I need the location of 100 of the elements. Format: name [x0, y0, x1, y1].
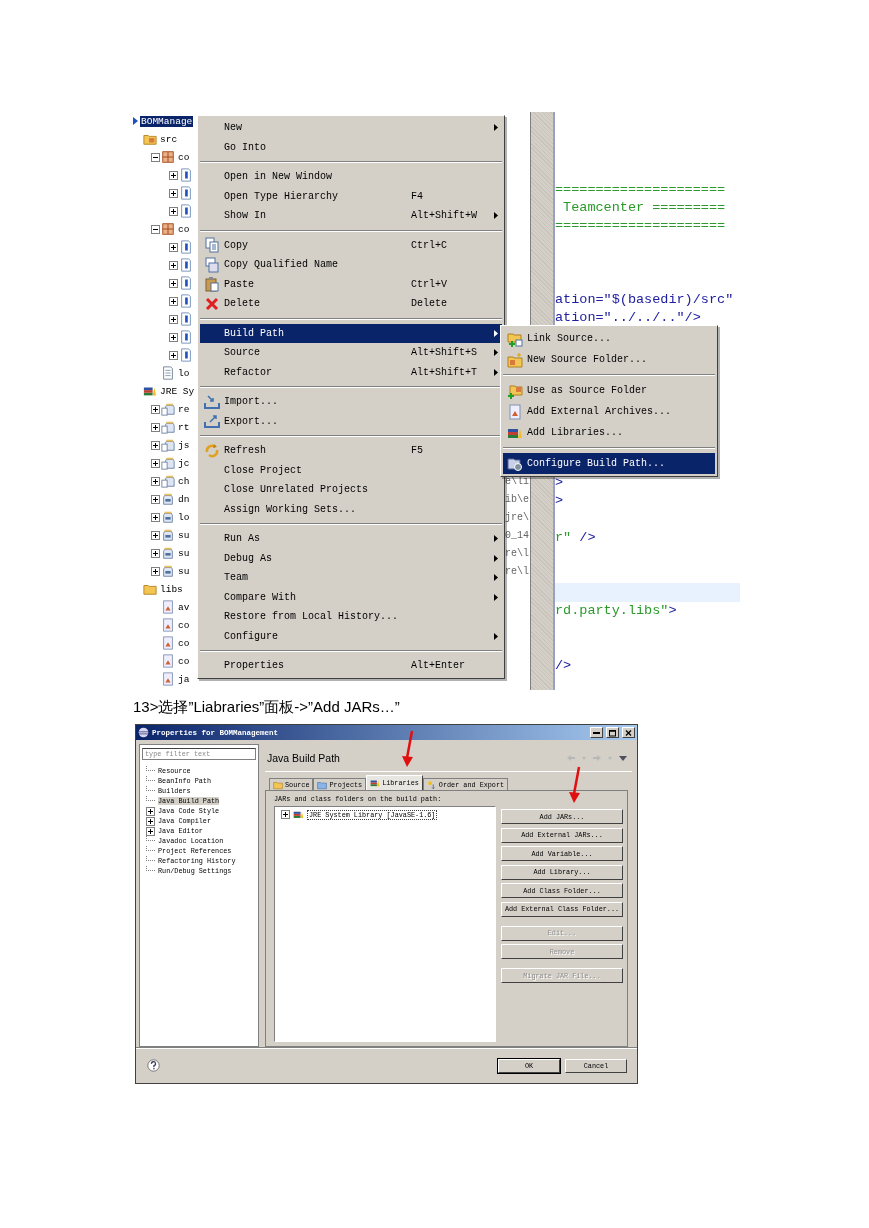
menu-item[interactable]: Compare With — [200, 587, 502, 607]
tree-item[interactable]: js — [177, 439, 191, 451]
expand-icon[interactable] — [169, 314, 178, 324]
expand-icon[interactable] — [169, 296, 178, 306]
expand-icon[interactable] — [169, 242, 178, 252]
image-file-icon — [161, 618, 175, 632]
menu-item[interactable]: Source Alt+Shift+S — [200, 343, 502, 363]
help-icon[interactable] — [147, 1059, 160, 1072]
menu-item[interactable]: Go Into — [200, 137, 502, 157]
tree-item[interactable]: su — [177, 529, 191, 541]
tree-item[interactable]: jc — [177, 457, 191, 469]
expand-icon[interactable] — [151, 476, 160, 486]
tree-item[interactable]: dn — [177, 493, 191, 505]
menu-item[interactable]: Open in New Window — [200, 167, 502, 187]
menu-item[interactable]: Close Unrelated Projects — [200, 480, 502, 500]
tree-item[interactable]: ja — [177, 673, 191, 685]
menu-item[interactable]: New Source Folder... — [503, 349, 715, 370]
menu-item[interactable]: Open Type Hierarchy F4 — [200, 186, 502, 206]
tree-item[interactable]: co — [177, 151, 191, 163]
expand-icon[interactable] — [151, 512, 160, 522]
menu-item[interactable]: Assign Working Sets... — [200, 499, 502, 519]
menu-item[interactable]: Import... — [200, 392, 502, 412]
menu-item[interactable]: Debug As — [200, 548, 502, 568]
menu-item[interactable]: Paste Ctrl+V — [200, 274, 502, 294]
image-file-icon — [161, 654, 175, 668]
expand-icon[interactable] — [151, 548, 160, 558]
tree-item[interactable]: lo — [177, 367, 191, 379]
tree-item[interactable]: co — [177, 655, 191, 667]
tree-item[interactable]: su — [177, 547, 191, 559]
tree-item[interactable]: co — [177, 637, 191, 649]
tree-item[interactable]: re — [177, 403, 191, 415]
menu-item[interactable]: Show In Alt+Shift+W — [200, 206, 502, 226]
tree-item[interactable]: src — [159, 133, 179, 145]
menu-item[interactable]: Add External Archives... — [503, 401, 715, 422]
expand-icon[interactable] — [151, 422, 160, 432]
code-line: /> — [555, 657, 572, 673]
expand-icon[interactable] — [169, 278, 178, 288]
expand-icon[interactable] — [169, 170, 178, 180]
expand-icon[interactable] — [146, 806, 155, 816]
paste-icon — [204, 276, 220, 293]
menu-item[interactable]: Use as Source Folder — [503, 380, 715, 401]
code-line: r" /> — [555, 529, 596, 545]
tree-item[interactable]: rt — [177, 421, 191, 433]
expand-icon[interactable] — [146, 826, 155, 836]
tree-item[interactable]: av — [177, 601, 191, 613]
shortcut-label: Alt+Enter — [411, 660, 466, 672]
expand-icon[interactable] — [281, 810, 290, 819]
menu-item[interactable]: Link Source... — [503, 328, 715, 349]
expand-icon[interactable] — [151, 404, 160, 414]
maximize-button[interactable] — [606, 727, 619, 738]
menu-item[interactable]: Configure Build Path... — [503, 453, 715, 474]
menu-item[interactable]: Properties Alt+Enter — [200, 656, 502, 676]
tree-item[interactable]: libs — [159, 583, 184, 595]
menu-item[interactable]: Delete Delete — [200, 294, 502, 314]
menu-item[interactable]: Run As — [200, 529, 502, 549]
expand-icon[interactable] — [169, 188, 178, 198]
tree-item[interactable]: co — [177, 223, 191, 235]
menu-item[interactable]: Restore from Local History... — [200, 607, 502, 627]
collapse-icon[interactable] — [151, 224, 160, 234]
code-line: ===================== — [555, 181, 726, 197]
jar-icon — [161, 420, 175, 434]
menu-item[interactable]: Copy Qualified Name — [200, 255, 502, 275]
close-icon — [624, 728, 633, 737]
menu-item[interactable]: Team — [200, 568, 502, 588]
menu-item[interactable]: Configure — [200, 626, 502, 646]
expand-icon[interactable] — [151, 458, 160, 468]
java-file-icon — [179, 258, 193, 272]
menu-item[interactable]: Refresh F5 — [200, 441, 502, 461]
menu-item[interactable]: Copy Ctrl+C — [200, 235, 502, 255]
import-icon — [204, 393, 220, 410]
tree-item[interactable]: JRE Sy — [159, 385, 196, 397]
close-button[interactable] — [622, 727, 635, 738]
tree-item[interactable]: lo — [177, 511, 191, 523]
expand-icon[interactable] — [151, 440, 160, 450]
tree-item[interactable]: co — [177, 619, 191, 631]
expand-icon[interactable] — [146, 816, 155, 826]
menu-item[interactable]: Build Path — [200, 323, 502, 343]
path-fragment: re\l — [505, 547, 530, 559]
expand-icon[interactable] — [169, 260, 178, 270]
path-fragment: jre\ — [505, 511, 530, 523]
java-file-icon — [179, 348, 193, 362]
menu-item[interactable]: Add Libraries... — [503, 422, 715, 443]
collapse-icon[interactable] — [151, 152, 160, 162]
books-icon — [370, 778, 381, 788]
tree-item[interactable]: BOMManage — [140, 115, 194, 127]
menu-item[interactable]: Close Project — [200, 460, 502, 480]
tree-item[interactable]: ch — [177, 475, 191, 487]
menu-item[interactable]: Export... — [200, 411, 502, 431]
expand-icon[interactable] — [151, 566, 160, 576]
expand-icon[interactable] — [151, 530, 160, 540]
jar-icon — [161, 528, 175, 542]
tree-item[interactable]: su — [177, 565, 191, 577]
expand-icon[interactable] — [169, 332, 178, 342]
expand-icon[interactable] — [169, 350, 178, 360]
menu-item[interactable]: New — [200, 118, 502, 138]
expand-icon[interactable] — [151, 494, 160, 504]
expand-icon[interactable] — [169, 206, 178, 216]
minimize-button[interactable] — [590, 727, 603, 738]
menu-item[interactable]: Refactor Alt+Shift+T — [200, 362, 502, 382]
view-menu-icon[interactable] — [618, 753, 628, 762]
